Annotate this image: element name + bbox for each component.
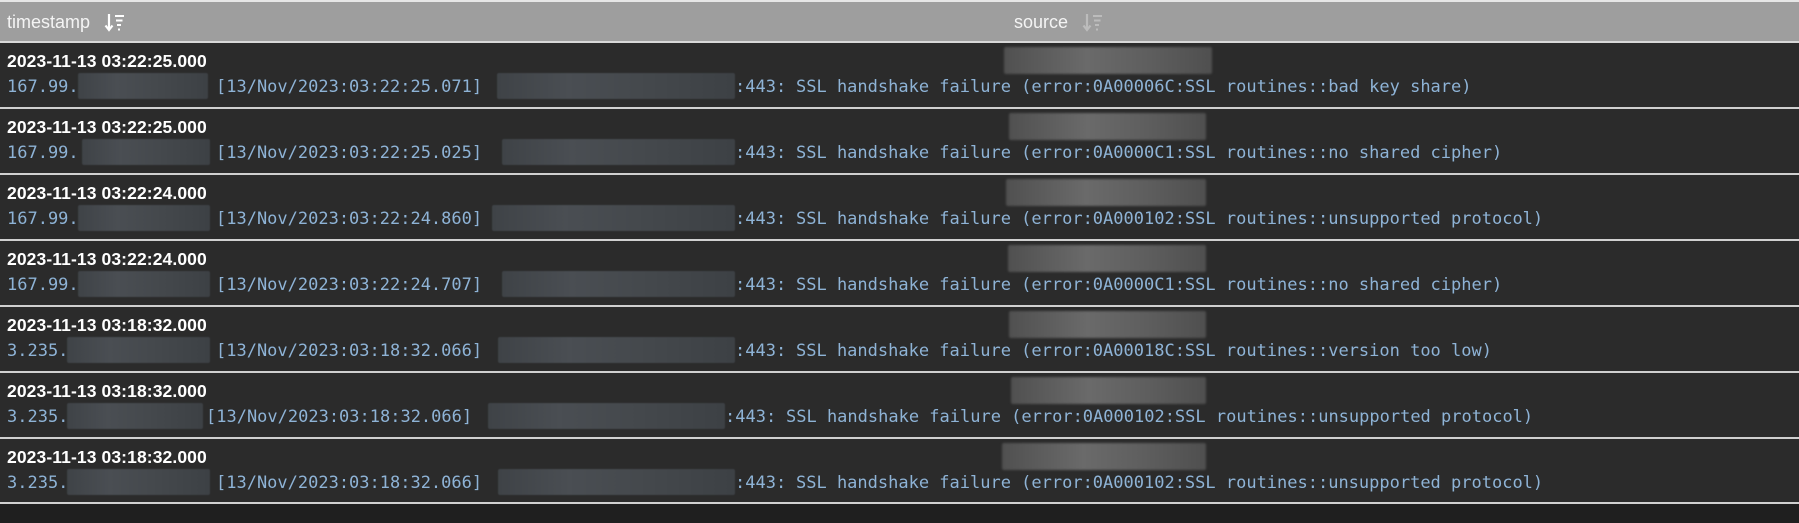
log-time: [13/Nov/2023:03:22:24.707] (216, 275, 483, 295)
log-rows: 2023-11-13 03:22:25.000 167.99. [13/Nov/… (0, 43, 1799, 504)
row-timestamp: 2023-11-13 03:22:25.000 (7, 51, 207, 71)
sort-descending-icon[interactable] (104, 12, 126, 34)
row-error-message: SSL handshake failure (error:0A000102:SS… (786, 407, 1534, 427)
table-row[interactable]: 2023-11-13 03:18:32.000 3.235. [13/Nov/2… (0, 373, 1799, 439)
source-redacted (1002, 443, 1206, 470)
host-redacted (502, 271, 735, 297)
ip-prefix: 167.99. (7, 209, 79, 229)
table-row[interactable]: 2023-11-13 03:22:24.000 167.99. [13/Nov/… (0, 241, 1799, 307)
ip-redacted (67, 403, 203, 429)
log-time: [13/Nov/2023:03:22:25.071] (216, 77, 483, 97)
source-redacted (1004, 47, 1212, 74)
row-timestamp: 2023-11-13 03:22:24.000 (7, 183, 207, 203)
row-error-message: SSL handshake failure (error:0A000102:SS… (796, 209, 1544, 229)
column-header-timestamp[interactable]: timestamp (7, 2, 126, 43)
row-port: :443: (735, 341, 787, 361)
row-error-message: SSL handshake failure (error:0A000102:SS… (796, 473, 1544, 493)
source-redacted (1009, 311, 1206, 338)
sort-descending-icon[interactable] (1082, 12, 1104, 34)
source-redacted (1008, 245, 1206, 272)
source-redacted (1006, 179, 1206, 206)
row-port: :443: (735, 77, 787, 97)
row-error-message: SSL handshake failure (error:0A00006C:SS… (796, 77, 1472, 97)
ip-redacted (67, 337, 210, 363)
row-error-message: SSL handshake failure (error:0A0000C1:SS… (796, 143, 1503, 163)
column-header-source[interactable]: source (1014, 2, 1104, 43)
host-redacted (497, 73, 735, 99)
row-error-message: SSL handshake failure (error:0A00018C:SS… (796, 341, 1492, 361)
row-port: :443: (725, 407, 777, 427)
table-row[interactable]: 2023-11-13 03:22:25.000 167.99. [13/Nov/… (0, 109, 1799, 175)
ip-redacted (82, 139, 210, 165)
column-header-source-label: source (1014, 12, 1069, 32)
ip-redacted (67, 469, 210, 495)
table-row[interactable]: 2023-11-13 03:18:32.000 3.235. [13/Nov/2… (0, 307, 1799, 373)
row-timestamp: 2023-11-13 03:18:32.000 (7, 315, 207, 335)
row-message: 167.99. (7, 76, 79, 98)
row-message: 3.235. (7, 472, 68, 494)
row-port: :443: (735, 143, 787, 163)
host-redacted (488, 403, 725, 429)
log-time: [13/Nov/2023:03:18:32.066] (216, 473, 483, 493)
ip-prefix: 167.99. (7, 275, 79, 295)
source-redacted (1011, 377, 1206, 404)
log-table: timestamp source 2023-11-13 03:22:25.000… (0, 0, 1799, 523)
row-error-message: SSL handshake failure (error:0A0000C1:SS… (796, 275, 1503, 295)
row-port: :443: (735, 275, 787, 295)
ip-redacted (78, 205, 210, 231)
ip-redacted (78, 271, 210, 297)
table-row[interactable]: 2023-11-13 03:22:25.000 167.99. [13/Nov/… (0, 43, 1799, 109)
source-redacted (1009, 113, 1206, 140)
ip-prefix: 167.99. (7, 77, 79, 97)
log-time: [13/Nov/2023:03:18:32.066] (216, 341, 483, 361)
ip-prefix: 167.99. (7, 143, 79, 163)
row-port: :443: (735, 209, 787, 229)
row-timestamp: 2023-11-13 03:22:25.000 (7, 117, 207, 137)
row-message: 167.99. (7, 142, 79, 164)
row-timestamp: 2023-11-13 03:18:32.000 (7, 381, 207, 401)
row-message: 167.99. (7, 274, 79, 296)
table-header: timestamp source (0, 2, 1799, 43)
row-timestamp: 2023-11-13 03:22:24.000 (7, 249, 207, 269)
row-timestamp: 2023-11-13 03:18:32.000 (7, 447, 207, 467)
ip-redacted (78, 73, 208, 99)
table-row[interactable]: 2023-11-13 03:18:32.000 3.235. [13/Nov/2… (0, 439, 1799, 504)
host-redacted (492, 205, 735, 231)
row-message: 3.235. (7, 406, 68, 428)
host-redacted (498, 337, 735, 363)
column-header-timestamp-label: timestamp (7, 12, 91, 32)
ip-prefix: 3.235. (7, 407, 69, 427)
log-time: [13/Nov/2023:03:22:24.860] (216, 209, 483, 229)
row-port: :443: (735, 473, 787, 493)
host-redacted (502, 139, 735, 165)
table-row[interactable]: 2023-11-13 03:22:24.000 167.99. [13/Nov/… (0, 175, 1799, 241)
row-message: 3.235. (7, 340, 68, 362)
host-redacted (498, 469, 735, 495)
row-message: 167.99. (7, 208, 79, 230)
log-time: [13/Nov/2023:03:18:32.066] (206, 407, 473, 427)
ip-prefix: 3.235. (7, 341, 69, 361)
log-time: [13/Nov/2023:03:22:25.025] (216, 143, 483, 163)
ip-prefix: 3.235. (7, 473, 69, 493)
